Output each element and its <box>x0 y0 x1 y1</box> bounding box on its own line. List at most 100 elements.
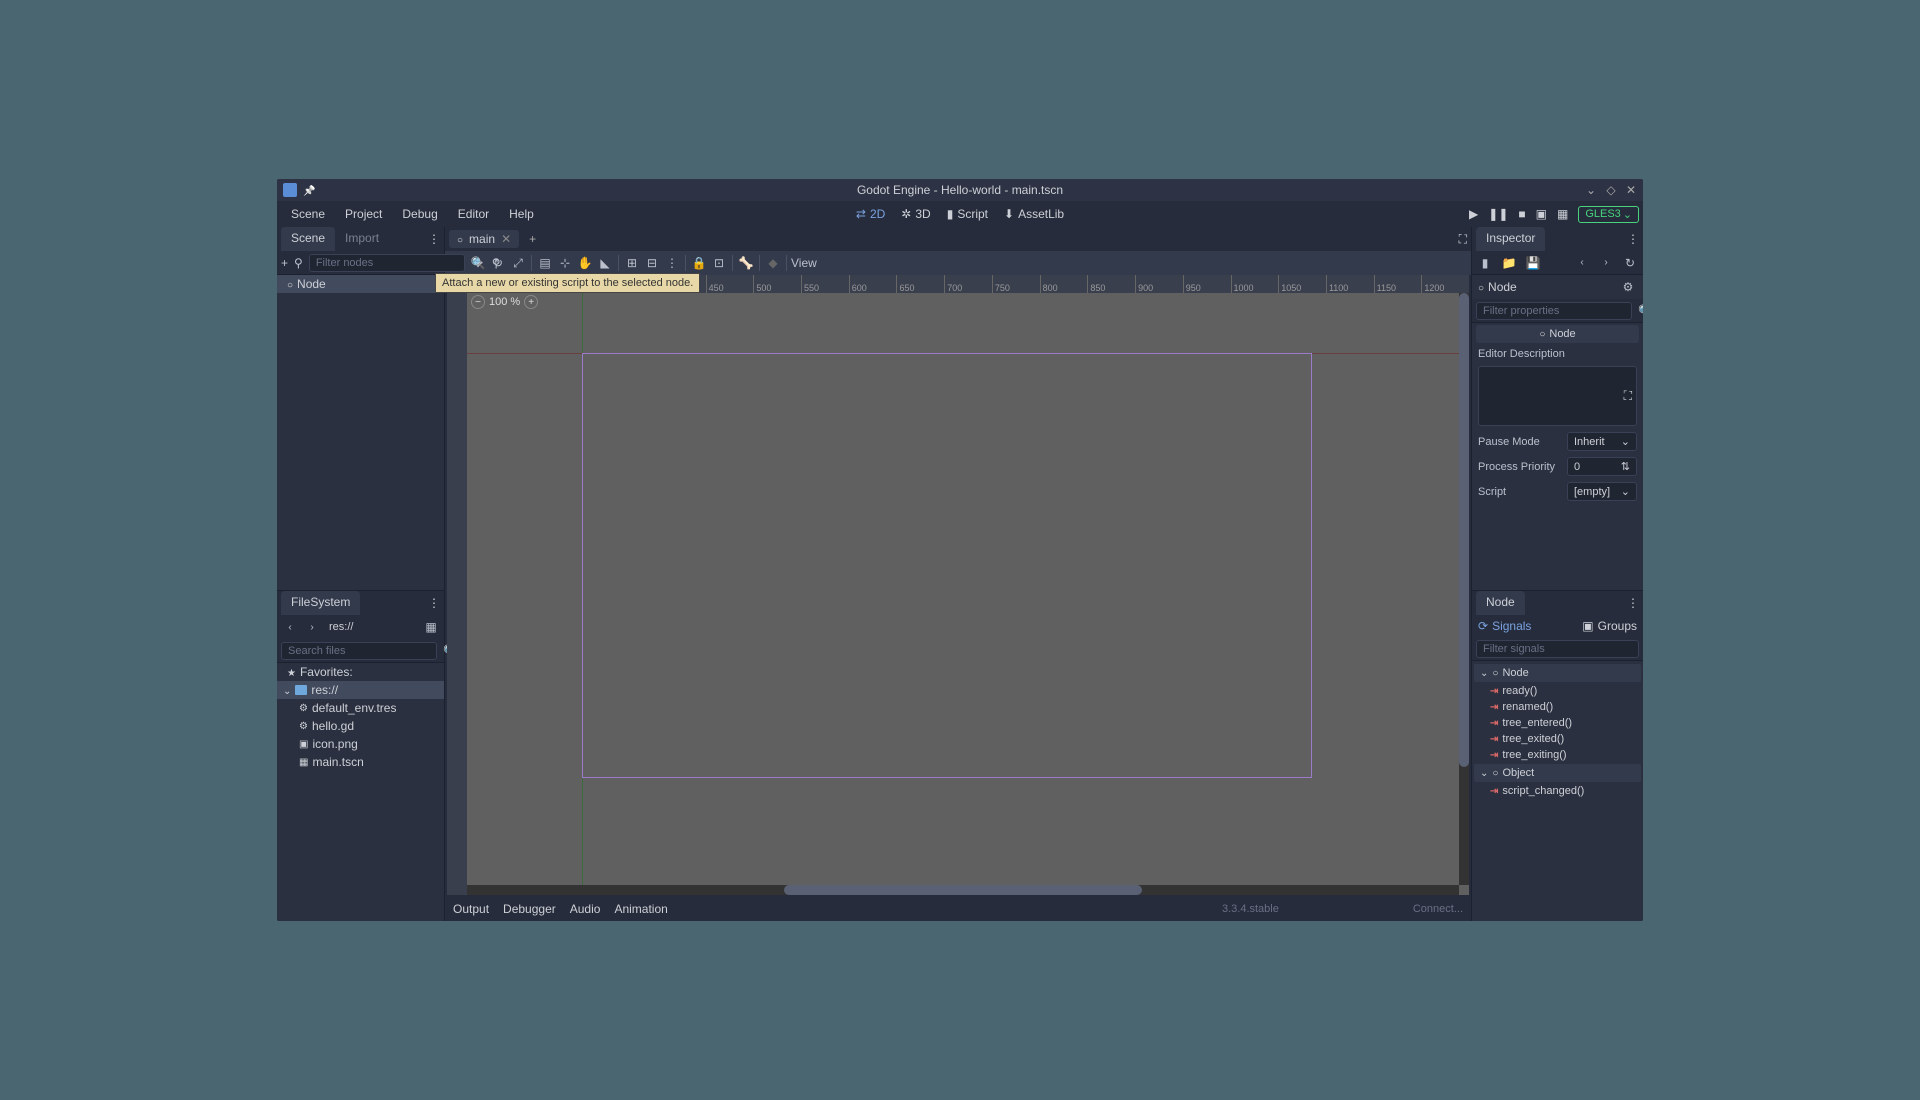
signal-item[interactable]: ⇥script_changed() <box>1472 783 1643 799</box>
tab-node[interactable]: Node <box>1476 591 1525 615</box>
signal-group[interactable]: Node <box>1474 664 1641 682</box>
fs-back-button[interactable] <box>281 618 299 636</box>
add-node-button[interactable]: + <box>281 254 288 272</box>
menu-debug[interactable]: Debug <box>392 201 447 227</box>
history-icon[interactable]: ↻ <box>1621 254 1639 272</box>
history-back-icon[interactable] <box>1573 254 1591 272</box>
tab-inspector[interactable]: Inspector <box>1476 227 1545 251</box>
filter-properties-input[interactable] <box>1476 302 1632 320</box>
filter-signals-input[interactable] <box>1476 640 1639 658</box>
favorites-header[interactable]: Favorites: <box>277 663 444 681</box>
signal-item[interactable]: ⇥tree_exited() <box>1472 731 1643 747</box>
script-field[interactable]: [empty] ⌄ <box>1567 482 1637 501</box>
workspace-assetlib[interactable]: ⬇ AssetLib <box>998 203 1070 225</box>
ruler-tool-icon[interactable]: ◣ <box>596 254 614 272</box>
scale-tool-icon[interactable]: ⤢ <box>509 254 527 272</box>
lock-icon[interactable]: 🔒 <box>690 254 708 272</box>
fs-file[interactable]: ⚙hello.gd <box>277 717 444 735</box>
group-icon[interactable]: ⊡ <box>710 254 728 272</box>
groups-tab[interactable]: ▣ Groups <box>1582 619 1637 633</box>
signal-item[interactable]: ⇥ready() <box>1472 683 1643 699</box>
fs-search-input[interactable] <box>281 642 437 660</box>
fs-path[interactable]: res:// <box>325 621 418 633</box>
play-button[interactable]: ▶ <box>1469 207 1478 221</box>
pivot-icon[interactable]: ⊹ <box>556 254 574 272</box>
bottom-output[interactable]: Output <box>453 902 489 916</box>
minimize-icon[interactable]: ⌄ <box>1585 184 1597 196</box>
bone-icon[interactable]: 🦴 <box>737 254 755 272</box>
canvas-viewport[interactable]: 2002503003504004505005506006507007508008… <box>447 275 1469 895</box>
signal-item[interactable]: ⇥renamed() <box>1472 699 1643 715</box>
list-select-icon[interactable]: ▤ <box>536 254 554 272</box>
workspace-2d[interactable]: ⇄ 2D <box>850 203 891 225</box>
snap-menu-icon[interactable] <box>663 254 681 272</box>
zoom-out-button[interactable]: − <box>471 295 485 309</box>
scrollbar-horizontal[interactable] <box>467 885 1459 895</box>
signals-tab[interactable]: ⟳ Signals <box>1478 619 1531 633</box>
close-icon[interactable]: ✕ <box>1625 184 1637 196</box>
search-icon[interactable]: 🔍 <box>1638 302 1643 320</box>
fs-file[interactable]: ⚙default_env.tres <box>277 699 444 717</box>
expand-icon[interactable] <box>283 683 291 697</box>
pause-mode-dropdown[interactable]: Inherit ⌄ <box>1567 432 1637 451</box>
filter-nodes-input[interactable] <box>309 254 465 272</box>
new-resource-icon[interactable]: ▮ <box>1476 254 1494 272</box>
menu-help[interactable]: Help <box>499 201 544 227</box>
new-tab-button[interactable]: + <box>523 232 542 246</box>
scene-menu-icon[interactable] <box>428 232 440 246</box>
signal-group[interactable]: Object <box>1474 764 1641 782</box>
signal-item[interactable]: ⇥tree_exiting() <box>1472 747 1643 763</box>
fs-menu-icon[interactable] <box>428 596 440 610</box>
pin-icon[interactable] <box>303 183 315 197</box>
menu-scene[interactable]: Scene <box>281 201 335 227</box>
tab-scene[interactable]: Scene <box>281 227 335 251</box>
history-forward-icon[interactable] <box>1597 254 1615 272</box>
inspector-section-node[interactable]: Node <box>1476 325 1639 343</box>
save-resource-icon[interactable]: 💾 <box>1524 254 1542 272</box>
zoom-level[interactable]: 100 % <box>489 296 520 308</box>
expand-icon[interactable] <box>1480 767 1488 779</box>
play-scene-button[interactable]: ▣ <box>1536 207 1547 221</box>
key-icon[interactable]: ◆ <box>764 254 782 272</box>
bottom-animation[interactable]: Animation <box>614 902 667 916</box>
fs-file[interactable]: ▣icon.png <box>277 735 444 753</box>
scene-tab-main[interactable]: main ✕ <box>449 230 519 248</box>
distraction-free-icon[interactable]: ⛶ <box>1459 232 1467 247</box>
editor-description-field[interactable]: ⛶ <box>1478 366 1637 426</box>
expand-icon[interactable]: ⛶ <box>1624 389 1632 404</box>
bottom-audio[interactable]: Audio <box>570 902 601 916</box>
fs-forward-button[interactable] <box>303 618 321 636</box>
scene-root-node[interactable]: Node <box>277 275 444 293</box>
process-priority-field[interactable]: 0 ⇅ <box>1567 457 1637 476</box>
load-resource-icon[interactable]: 📁 <box>1500 254 1518 272</box>
settings-icon[interactable]: ⚙ <box>1619 278 1637 296</box>
node-menu-icon[interactable] <box>1627 596 1639 610</box>
menu-editor[interactable]: Editor <box>448 201 499 227</box>
inspector-menu-icon[interactable] <box>1627 232 1639 246</box>
connect-button[interactable]: Connect... <box>1413 903 1463 915</box>
smart-snap-icon[interactable]: ⊟ <box>643 254 661 272</box>
view-menu[interactable]: View <box>791 254 817 272</box>
zoom-in-button[interactable]: + <box>524 295 538 309</box>
workspace-script[interactable]: ▮ Script <box>941 203 994 225</box>
workspace-3d[interactable]: ✲ 3D <box>895 203 936 225</box>
fs-file[interactable]: ▦main.tscn <box>277 753 444 771</box>
menu-project[interactable]: Project <box>335 201 392 227</box>
scrollbar-vertical[interactable] <box>1459 293 1469 885</box>
tab-import[interactable]: Import <box>335 227 389 251</box>
stop-button[interactable]: ■ <box>1518 207 1525 221</box>
search-icon[interactable]: 🔍 <box>471 254 486 272</box>
snap-options-icon[interactable]: ⊞ <box>623 254 641 272</box>
instance-scene-button[interactable]: ⚲ <box>294 254 303 272</box>
signal-item[interactable]: ⇥tree_entered() <box>1472 715 1643 731</box>
pause-button[interactable]: ❚❚ <box>1488 207 1508 221</box>
close-tab-icon[interactable]: ✕ <box>501 232 511 246</box>
fs-view-mode-icon[interactable] <box>422 618 440 636</box>
tab-filesystem[interactable]: FileSystem <box>281 591 360 615</box>
bottom-debugger[interactable]: Debugger <box>503 902 556 916</box>
renderer-selector[interactable]: GLES3 ⌄ <box>1578 206 1639 223</box>
pan-tool-icon[interactable]: ✋ <box>576 254 594 272</box>
maximize-icon[interactable]: ◇ <box>1605 184 1617 196</box>
attach-script-button[interactable]: ⚲ <box>492 254 501 272</box>
play-custom-button[interactable]: ▦ <box>1557 207 1568 221</box>
